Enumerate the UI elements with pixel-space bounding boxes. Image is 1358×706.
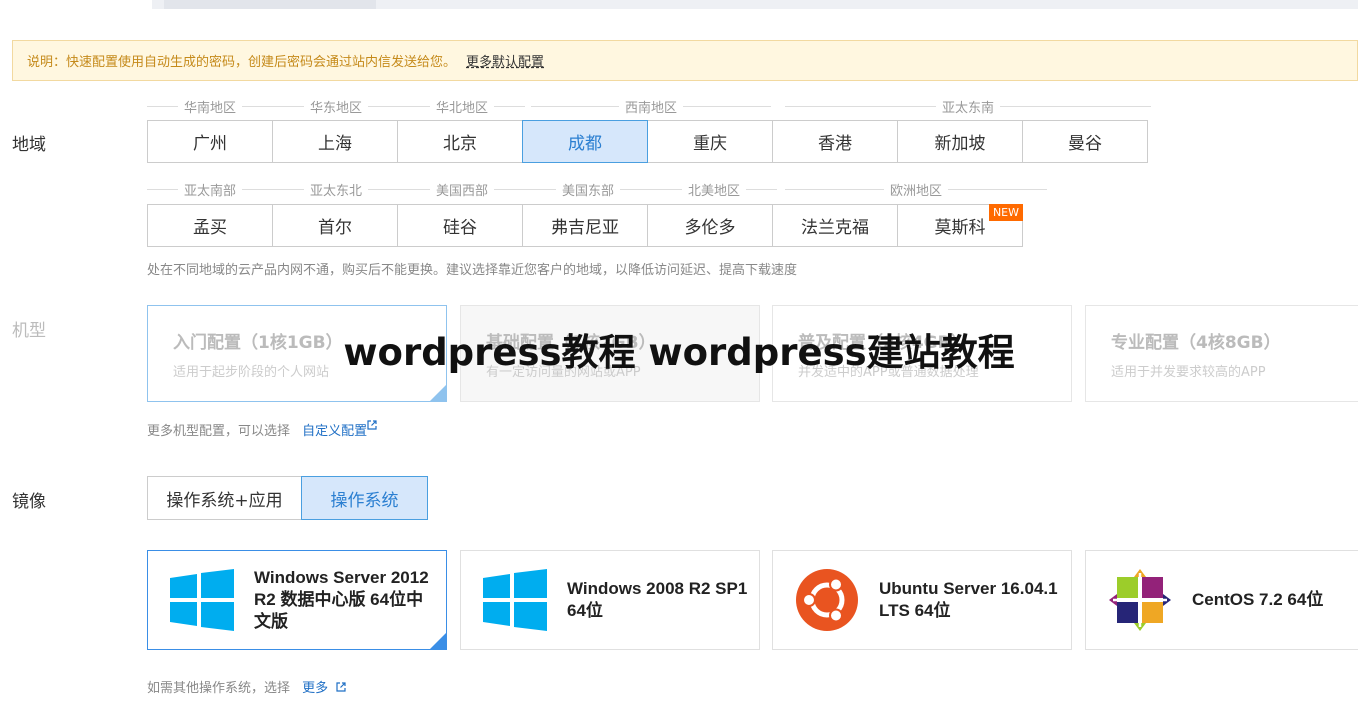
region-label: 地域 — [12, 135, 46, 155]
city-option[interactable]: 多伦多 — [647, 204, 773, 247]
os-hint-row: 如需其他操作系统，选择 更多 — [147, 677, 346, 696]
plan-hint-row: 更多机型配置，可以选择 自定义配置 — [147, 420, 377, 439]
city-option[interactable]: 曼谷 — [1022, 120, 1148, 163]
tab-os-app[interactable]: 操作系统+应用 — [147, 476, 302, 520]
selected-check-icon — [430, 385, 446, 401]
city-option[interactable]: 孟买 — [147, 204, 273, 247]
windows-logo-icon — [162, 565, 242, 635]
city-label: 莫斯科 — [934, 218, 986, 238]
more-defaults-link[interactable]: 更多默认配置 — [466, 51, 544, 70]
group-label: 亚太东南 — [942, 100, 995, 116]
group-label: 华南地区 — [184, 100, 237, 116]
city-option-selected[interactable]: 成都 — [522, 120, 648, 163]
city-option[interactable]: 首尔 — [272, 204, 398, 247]
more-os-label: 更多 — [302, 681, 329, 696]
city-option[interactable]: 北京 — [397, 120, 523, 163]
external-link-icon — [336, 682, 346, 692]
new-badge: NEW — [988, 204, 1023, 221]
selected-check-icon — [430, 633, 446, 649]
notice-text: 说明：快速配置使用自动生成的密码，创建后密码会通过站内信发送给您。 — [27, 55, 457, 70]
os-card-selected[interactable]: Windows Server 2012 R2 数据中心版 64位中文版 — [147, 550, 447, 650]
city-option[interactable]: 香港 — [772, 120, 898, 163]
city-option[interactable]: 硅谷 — [397, 204, 523, 247]
city-option[interactable]: 弗吉尼亚 — [522, 204, 648, 247]
os-name: CentOS 7.2 64位 — [1192, 590, 1324, 609]
watermark-text: wordpress教程 wordpress建站教程 — [343, 331, 1015, 374]
external-link-icon — [367, 420, 377, 430]
plan-hint: 更多机型配置，可以选择 — [147, 424, 291, 439]
group-label: 美国东部 — [562, 183, 615, 199]
region-groups-row2: 亚太南部 亚太东北 美国西部 美国东部 北美地区 欧洲地区 — [147, 182, 1052, 199]
image-tabs: 操作系统+应用 操作系统 — [147, 476, 428, 520]
os-name: Windows 2008 R2 SP1 64位 — [567, 579, 748, 620]
region-groups-row1: 华南地区 华东地区 华北地区 西南地区 亚太东南 — [147, 99, 1158, 116]
group-label: 欧洲地区 — [890, 183, 943, 199]
group-label: 亚太南部 — [184, 183, 237, 199]
ubuntu-logo-icon — [787, 565, 867, 635]
image-label: 镜像 — [12, 492, 46, 512]
tab-os[interactable]: 操作系统 — [301, 476, 428, 520]
group-label: 美国西部 — [436, 183, 489, 199]
group-label: 西南地区 — [625, 100, 678, 116]
os-card[interactable]: Ubuntu Server 16.04.1 LTS 64位 — [772, 550, 1072, 650]
os-name: Windows Server 2012 R2 数据中心版 64位中文版 — [254, 568, 429, 631]
notice-banner: 说明：快速配置使用自动生成的密码，创建后密码会通过站内信发送给您。 更多默认配置 — [12, 40, 1358, 81]
centos-logo-icon — [1100, 565, 1180, 635]
os-name: Ubuntu Server 16.04.1 LTS 64位 — [879, 579, 1058, 620]
city-option[interactable]: 法兰克福 — [772, 204, 898, 247]
custom-config-link[interactable]: 自定义配置 — [302, 420, 377, 439]
city-row-1: 广州 上海 北京 成都 重庆 香港 新加坡 曼谷 — [147, 120, 1148, 163]
os-hint: 如需其他操作系统，选择 — [147, 681, 291, 696]
city-option[interactable]: 上海 — [272, 120, 398, 163]
city-option[interactable]: 新加坡 — [897, 120, 1023, 163]
city-row-2: 孟买 首尔 硅谷 弗吉尼亚 多伦多 法兰克福 莫斯科 NEW — [147, 204, 1023, 247]
region-hint: 处在不同地域的云产品内网不通，购买后不能更换。建议选择靠近您客户的地域，以降低访… — [147, 263, 798, 278]
windows-logo-icon — [475, 565, 555, 635]
os-card[interactable]: CentOS 7.2 64位 — [1085, 550, 1358, 650]
city-option[interactable]: 广州 — [147, 120, 273, 163]
group-label: 亚太东北 — [310, 183, 363, 199]
city-option[interactable]: 重庆 — [647, 120, 773, 163]
group-label: 华北地区 — [436, 100, 489, 116]
more-os-link[interactable]: 更多 — [302, 681, 346, 696]
group-label: 北美地区 — [688, 183, 741, 199]
top-bar — [152, 0, 1358, 9]
city-option-moscow[interactable]: 莫斯科 NEW — [897, 204, 1023, 247]
group-label: 华东地区 — [310, 100, 363, 116]
os-card[interactable]: Windows 2008 R2 SP1 64位 — [460, 550, 760, 650]
custom-config-label: 自定义配置 — [302, 424, 368, 439]
